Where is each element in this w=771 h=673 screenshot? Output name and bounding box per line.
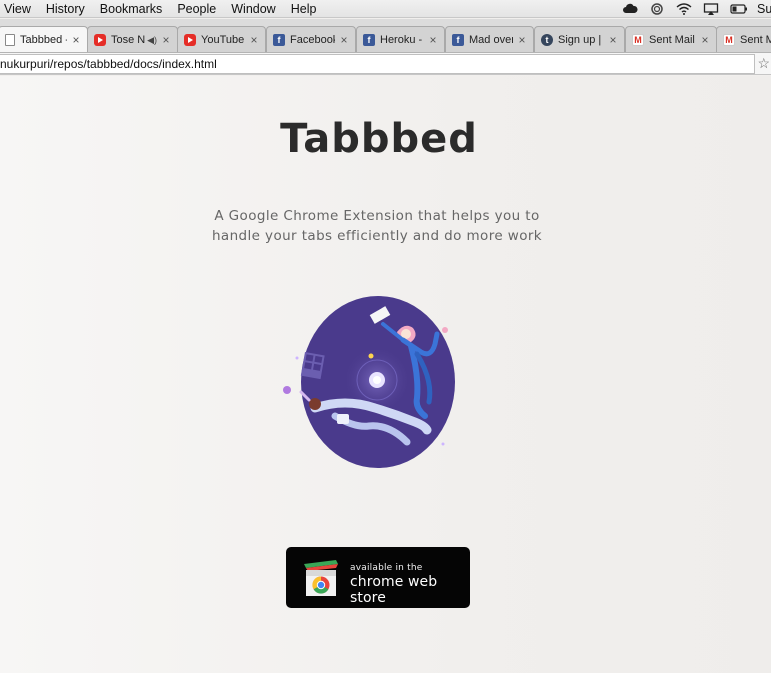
tab-sign-up[interactable]: t Sign up | Tu ×	[534, 26, 625, 52]
tab-title: Tose Nain	[111, 34, 146, 46]
wifi-icon[interactable]	[676, 3, 692, 15]
tab-title: YouTube	[201, 34, 245, 46]
tab-title: Sent Mail - a	[649, 34, 696, 46]
tab-youtube[interactable]: YouTube ×	[177, 26, 266, 52]
tagline-line-2: handle your tabs efficiently and do more…	[211, 228, 543, 244]
page-title: Tabbbed	[280, 116, 478, 162]
tab-tabbbed[interactable]: Tabbbed - M ×	[0, 26, 88, 52]
menu-help[interactable]: Help	[285, 0, 326, 18]
menu-bar: View History Bookmarks People Window Hel…	[0, 0, 771, 18]
tab-sent-mail-2[interactable]: M Sent Mail	[716, 26, 771, 52]
tab-title: Sent Mail	[740, 34, 771, 46]
tab-title: Sign up | Tu	[558, 34, 604, 46]
menu-people[interactable]: People	[171, 0, 225, 18]
close-icon[interactable]: ×	[161, 33, 171, 47]
user-menu[interactable]: Su	[757, 2, 771, 16]
next-section-heading-ink	[300, 666, 560, 673]
tab-title: Mad over M	[469, 34, 513, 46]
youtube-icon	[184, 34, 196, 46]
tumblr-icon: t	[541, 34, 553, 46]
tab-heroku[interactable]: f Heroku - Ho ×	[356, 26, 445, 52]
page-content: Tabbbed A Google Chrome Extension that h…	[0, 76, 771, 673]
tab-strip: Tabbbed - M × Tose Nain ◀︎) × YouTube × …	[0, 19, 771, 53]
gmail-icon: M	[632, 34, 644, 46]
menu-window[interactable]: Window	[225, 0, 284, 18]
cloud-icon[interactable]	[622, 3, 638, 15]
doc-icon	[5, 34, 15, 46]
tab-mad-over[interactable]: f Mad over M ×	[445, 26, 534, 52]
close-icon[interactable]: ×	[517, 33, 527, 47]
badge-small-text: available in the	[350, 563, 423, 573]
sync-icon[interactable]	[649, 3, 665, 15]
url-input[interactable]: nukurpuri/repos/tabbbed/docs/index.html	[0, 54, 755, 74]
battery-icon[interactable]	[730, 3, 747, 15]
close-icon[interactable]: ×	[339, 33, 349, 47]
chrome-web-store-icon	[304, 560, 338, 596]
close-icon[interactable]: ×	[608, 33, 618, 47]
address-bar: nukurpuri/repos/tabbbed/docs/index.html …	[0, 53, 771, 75]
tab-sent-mail-1[interactable]: M Sent Mail - a ×	[625, 26, 717, 52]
tab-facebook[interactable]: f Facebook ×	[266, 26, 356, 52]
menu-view[interactable]: View	[0, 0, 40, 18]
badge-text: available in the chrome web store	[350, 563, 470, 606]
status-area: Su	[622, 0, 771, 18]
speaker-icon[interactable]: ◀︎)	[147, 35, 157, 46]
close-icon[interactable]: ×	[71, 33, 81, 47]
space-illustration	[283, 296, 455, 468]
airplay-icon[interactable]	[703, 3, 719, 15]
tagline-line-1: A Google Chrome Extension that helps you…	[214, 208, 540, 224]
tab-tose-nain[interactable]: Tose Nain ◀︎) ×	[87, 26, 178, 52]
tagline: A Google Chrome Extension that helps you…	[0, 206, 754, 246]
facebook-icon: f	[363, 34, 375, 46]
badge-big-text: chrome web store	[350, 574, 438, 606]
close-icon[interactable]: ×	[700, 33, 710, 47]
facebook-icon: f	[452, 34, 464, 46]
tab-title: Facebook	[290, 34, 335, 46]
gmail-icon: M	[723, 34, 735, 46]
bookmark-star-icon[interactable]: ☆	[757, 55, 770, 71]
next-section-heading-clipped	[300, 666, 560, 673]
menu-history[interactable]: History	[40, 0, 94, 18]
tab-title: Heroku - Ho	[380, 34, 424, 46]
close-icon[interactable]: ×	[249, 33, 259, 47]
facebook-icon: f	[273, 34, 285, 46]
chrome-web-store-badge[interactable]: available in the chrome web store	[286, 547, 470, 608]
youtube-icon	[94, 34, 106, 46]
menu-bookmarks[interactable]: Bookmarks	[94, 0, 172, 18]
tab-title: Tabbbed - M	[20, 34, 67, 46]
close-icon[interactable]: ×	[428, 33, 438, 47]
